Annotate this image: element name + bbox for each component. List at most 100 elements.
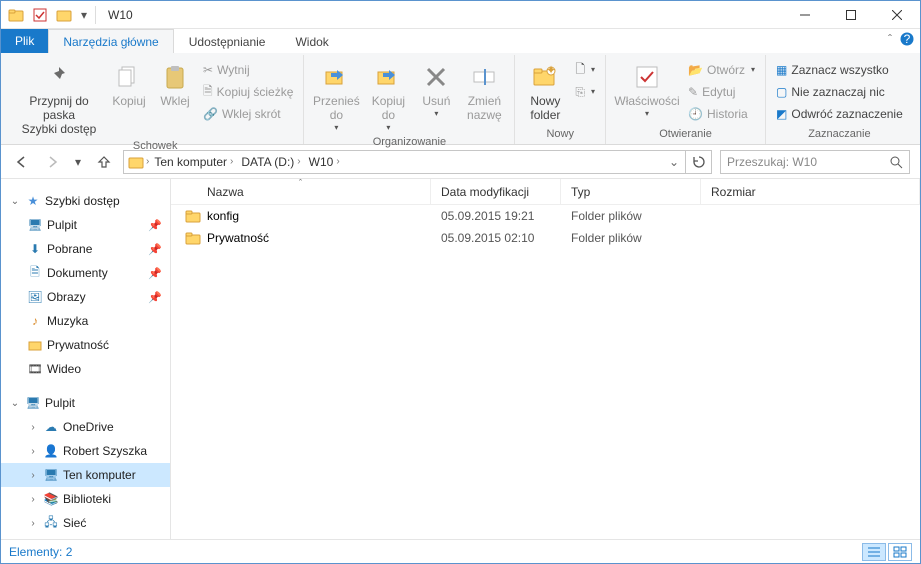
navigation-pane[interactable]: ⌄ ★ Szybki dostęp 🖥Pulpit📌 ⬇Pobrane📌 🗎Do… (1, 179, 171, 539)
copy-to-button[interactable]: Kopiuj do▾ (364, 59, 412, 134)
address-dropdown-icon[interactable]: ⌄ (663, 155, 685, 169)
nav-recent-dropdown[interactable]: ▾ (71, 151, 85, 173)
sidebar-item-music[interactable]: ♪Muzyka (1, 309, 170, 333)
refresh-button[interactable] (686, 150, 712, 174)
column-header-name[interactable]: ˆNazwa (171, 179, 431, 204)
minimize-button[interactable] (782, 1, 828, 29)
pin-icon: 📌 (148, 291, 162, 304)
pictures-icon: 🖼 (27, 290, 43, 304)
sidebar-desktop-root[interactable]: ⌄ 🖥 Pulpit (1, 391, 170, 415)
sidebar-item-video[interactable]: 🎞Wideo (1, 357, 170, 381)
nav-up-button[interactable] (93, 151, 115, 173)
chevron-right-icon[interactable]: › (27, 494, 39, 505)
status-text: Elementy: 2 (9, 545, 72, 559)
delete-button[interactable]: Usuń▾ (414, 59, 458, 120)
paste-shortcut-button[interactable]: 🔗Wklej skrót (199, 103, 297, 125)
paste-button[interactable]: Wklej (153, 59, 197, 111)
newfolder-icon: ✦ (529, 61, 561, 93)
history-button[interactable]: 🕘Historia (684, 103, 759, 125)
nav-back-button[interactable] (11, 151, 33, 173)
column-header-type[interactable]: Typ (561, 179, 701, 204)
desktop-icon: 🖥 (27, 218, 43, 232)
chevron-right-icon[interactable]: › (27, 518, 39, 529)
nav-forward-button[interactable] (41, 151, 63, 173)
desktop-icon: 🖥 (25, 396, 41, 410)
tab-share[interactable]: Udostępnianie (174, 29, 281, 53)
delete-icon (420, 61, 452, 93)
copy-button[interactable]: Kopiuj (107, 59, 151, 111)
open-icon: 📂 (688, 63, 703, 77)
maximize-button[interactable] (828, 1, 874, 29)
edit-button[interactable]: ✎Edytuj (684, 81, 759, 103)
select-all-button[interactable]: ▦Zaznacz wszystko (772, 59, 907, 81)
properties-button[interactable]: Właściwości▾ (612, 59, 682, 120)
qat-properties-icon[interactable] (29, 4, 51, 26)
app-folder-icon (5, 4, 27, 26)
chevron-right-icon[interactable]: › (27, 422, 39, 433)
cut-button[interactable]: ✂Wytnij (199, 59, 297, 81)
file-list[interactable]: konfig 05.09.2015 19:21 Folder plików Pr… (171, 205, 920, 539)
search-input[interactable]: Przeszukaj: W10 (720, 150, 910, 174)
search-icon (889, 155, 903, 169)
breadcrumb[interactable]: Ten komputer› (151, 155, 236, 169)
tab-file[interactable]: Plik (1, 29, 48, 53)
rename-icon (468, 61, 500, 93)
view-details-button[interactable] (862, 543, 886, 561)
video-icon: 🎞 (27, 362, 43, 376)
view-large-icons-button[interactable] (888, 543, 912, 561)
qat-dropdown-icon[interactable]: ▾ (77, 4, 91, 26)
invert-selection-button[interactable]: ◩Odwróć zaznaczenie (772, 103, 907, 125)
pasteshortcut-icon: 🔗 (203, 107, 218, 121)
sort-indicator-icon: ˆ (299, 178, 302, 188)
sidebar-item-pictures[interactable]: 🖼Obrazy📌 (1, 285, 170, 309)
column-header-date[interactable]: Data modyfikacji (431, 179, 561, 204)
pin-icon: 📌 (148, 219, 162, 232)
select-none-button[interactable]: ▢Nie zaznaczaj nic (772, 81, 907, 103)
copy-path-button[interactable]: 🗎Kopiuj ścieżkę (199, 81, 297, 103)
sidebar-item-desktop[interactable]: 🖥Pulpit📌 (1, 213, 170, 237)
breadcrumb[interactable]: DATA (D:)› (238, 155, 303, 169)
onedrive-icon: ☁ (43, 420, 59, 434)
breadcrumb[interactable]: W10› (306, 155, 343, 169)
sidebar-item-onedrive[interactable]: ›☁OneDrive (1, 415, 170, 439)
chevron-down-icon[interactable]: ⌄ (9, 196, 21, 207)
sidebar-item-downloads[interactable]: ⬇Pobrane📌 (1, 237, 170, 261)
sidebar-item-privacy[interactable]: Prywatność (1, 333, 170, 357)
sidebar-item-libraries[interactable]: ›📚Biblioteki (1, 487, 170, 511)
new-folder-button[interactable]: ✦ Nowy folder (521, 59, 569, 125)
open-button[interactable]: 📂Otwórz▾ (684, 59, 759, 81)
sidebar-quick-access[interactable]: ⌄ ★ Szybki dostęp (1, 189, 170, 213)
svg-text:✦: ✦ (546, 63, 556, 77)
move-to-button[interactable]: Przenieś do▾ (310, 59, 362, 134)
sidebar-item-this-pc[interactable]: ›🖥Ten komputer (1, 463, 170, 487)
qat-newfolder-icon[interactable] (53, 4, 75, 26)
pin-icon: 📌 (148, 267, 162, 280)
ribbon-collapse-icon[interactable]: ˆ (888, 32, 892, 46)
downloads-icon: ⬇ (27, 242, 43, 256)
column-header-size[interactable]: Rozmiar (701, 179, 920, 204)
pin-to-quick-access-button[interactable]: Przypnij do paska Szybki dostęp (13, 59, 105, 138)
folder-icon (185, 208, 201, 224)
list-item[interactable]: Prywatność 05.09.2015 02:10 Folder plikó… (171, 227, 920, 249)
address-folder-icon (128, 154, 144, 170)
window-title: W10 (100, 8, 782, 22)
rename-button[interactable]: Zmień nazwę (460, 59, 508, 125)
help-icon[interactable]: ? (900, 32, 914, 46)
sidebar-item-documents[interactable]: 🗎Dokumenty📌 (1, 261, 170, 285)
close-button[interactable] (874, 1, 920, 29)
sidebar-item-network[interactable]: ›🖧Sieć (1, 511, 170, 535)
svg-text:?: ? (904, 32, 911, 46)
address-bar[interactable]: › Ten komputer› DATA (D:)› W10› ⌄ (123, 150, 686, 174)
easy-access-button[interactable]: ⎘▾ (571, 81, 599, 103)
list-item[interactable]: konfig 05.09.2015 19:21 Folder plików (171, 205, 920, 227)
sidebar-item-user[interactable]: ›👤Robert Szyszka (1, 439, 170, 463)
chevron-right-icon[interactable]: › (27, 470, 39, 481)
group-select-label: Zaznaczanie (772, 126, 907, 144)
chevron-down-icon[interactable]: ⌄ (9, 398, 21, 409)
pin-icon: 📌 (148, 243, 162, 256)
tab-home[interactable]: Narzędzia główne (48, 29, 173, 53)
chevron-right-icon[interactable]: › (27, 446, 39, 457)
tab-view[interactable]: Widok (280, 29, 343, 53)
new-item-button[interactable]: 🗋▾ (571, 59, 599, 81)
search-placeholder: Przeszukaj: W10 (727, 155, 817, 169)
